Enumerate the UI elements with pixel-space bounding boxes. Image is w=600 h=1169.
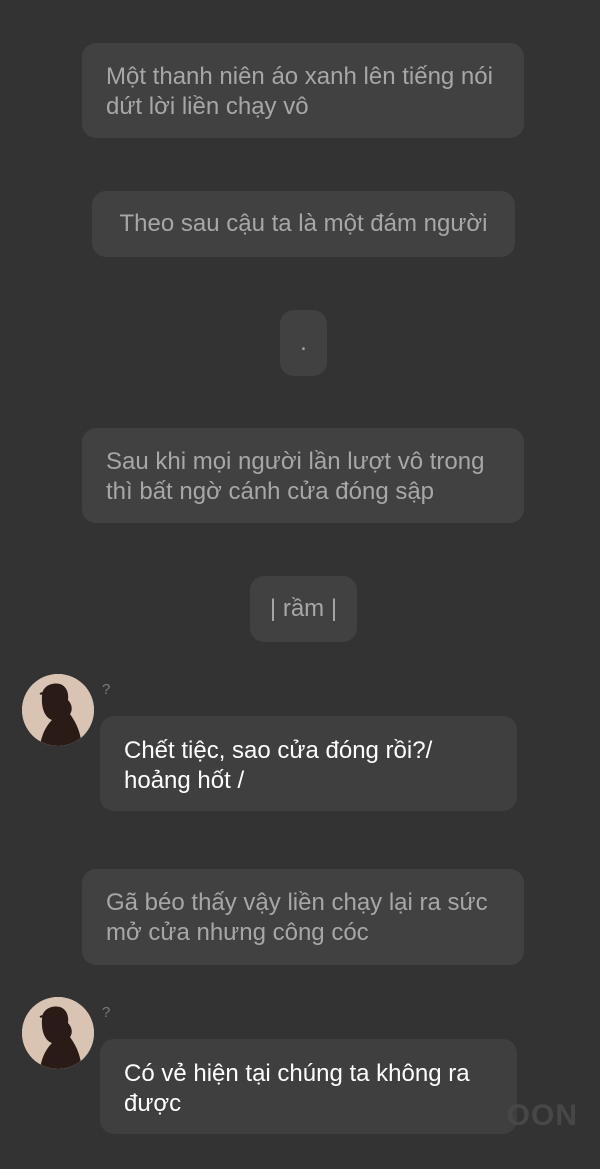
narration-text: .	[300, 329, 307, 356]
narration-bubble: .	[280, 310, 327, 376]
narration-bubble: Một thanh niên áo xanh lên tiếng nói dứt…	[82, 43, 524, 138]
dialog-bubble: Chết tiệc, sao cửa đóng rồi?/ hoảng hốt …	[100, 716, 517, 811]
watermark-logo: OON	[506, 1099, 578, 1132]
dialog-bubble: Có vẻ hiện tại chúng ta không ra được	[100, 1039, 517, 1134]
narration-bubble: Gã béo thấy vậy liền chạy lại ra sức mở …	[82, 869, 524, 965]
narration-text: Theo sau cậu ta là một đám người	[119, 210, 488, 237]
speaker-name: ?	[102, 1004, 111, 1021]
narration-bubble: Sau khi mọi người lần lượt vô trong thì …	[82, 428, 524, 523]
dialog-text: Có vẻ hiện tại chúng ta không ra được	[124, 1060, 470, 1117]
avatar-silhouette	[22, 997, 94, 1069]
silhouette-avatar-icon[interactable]	[22, 674, 94, 746]
avatar-silhouette	[22, 674, 94, 746]
speaker-name: ?	[102, 681, 111, 698]
sound-effect-bubble: | rầm |	[250, 576, 357, 642]
narration-text: Sau khi mọi người lần lượt vô trong thì …	[106, 448, 485, 505]
silhouette-avatar-icon[interactable]	[22, 997, 94, 1069]
dialog-text: Chết tiệc, sao cửa đóng rồi?/ hoảng hốt …	[124, 737, 433, 794]
narration-bubble: Theo sau cậu ta là một đám người	[92, 191, 515, 257]
narration-text: Gã béo thấy vậy liền chạy lại ra sức mở …	[106, 889, 488, 946]
narration-text: | rầm |	[269, 595, 338, 622]
narration-text: Một thanh niên áo xanh lên tiếng nói dứt…	[106, 63, 493, 120]
